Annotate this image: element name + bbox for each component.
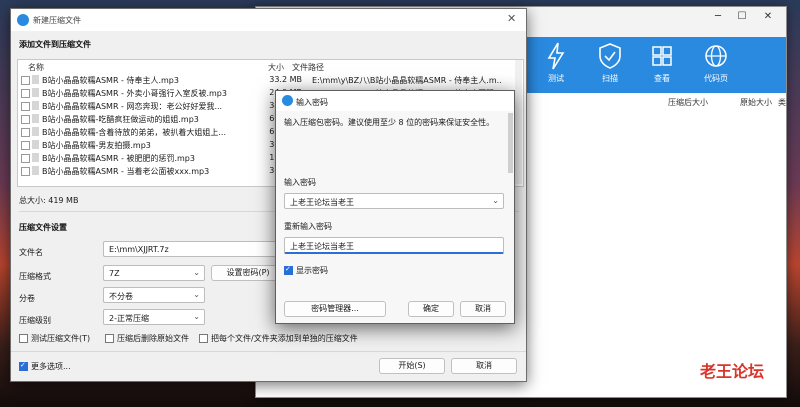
column-path[interactable]: 文件路径 [292, 62, 324, 73]
file-name: B站小晶晶软糯ASMR - 外卖小哥强行入室反被.mp3 [42, 89, 227, 98]
tool-view-button[interactable]: 查看 [634, 41, 690, 91]
globe-icon [705, 45, 727, 67]
settings-heading: 压缩文件设置 [19, 223, 67, 232]
compress-dialog-titlebar: 新建压缩文件 ✕ [11, 9, 526, 31]
file-icon [32, 75, 39, 84]
tool-codepage-button[interactable]: 代码页 [688, 41, 744, 91]
enter-password-label: 输入密码 [284, 178, 316, 187]
level-select[interactable]: 2-正常压缩 ⌄ [103, 309, 205, 325]
reenter-password-label: 重新输入密码 [284, 222, 332, 231]
file-icon [32, 166, 39, 175]
bandizip-icon [282, 95, 293, 106]
password-hint: 输入压缩包密码。建议使用至少 8 位的密码来保证安全性。 [284, 118, 495, 127]
add-files-heading: 添加文件到压缩文件 [19, 40, 91, 49]
password-dialog-titlebar: 输入密码 [276, 91, 514, 111]
filename-label: 文件名 [19, 248, 43, 257]
cancel-button[interactable]: 取消 [460, 301, 506, 317]
file-size: 33.2 MB [269, 75, 302, 84]
column-name[interactable]: 名称 [28, 62, 44, 73]
checkbox[interactable] [21, 167, 30, 176]
watermark-logo: 老王论坛 [700, 362, 765, 381]
grid-icon [652, 46, 672, 66]
chevron-down-icon: ⌄ [193, 312, 200, 321]
close-button[interactable]: ✕ [758, 9, 778, 25]
checkbox-checked[interactable] [19, 361, 28, 371]
filename-input[interactable]: E:\mm\XJJRT.7z [103, 241, 285, 257]
split-select[interactable]: 不分卷 ⌄ [103, 287, 205, 303]
checkbox-checked[interactable] [284, 265, 293, 275]
format-select[interactable]: 7Z ⌄ [103, 265, 205, 281]
start-button[interactable]: 开始(S) [379, 358, 445, 374]
total-size: 总大小: 419 MB [19, 196, 79, 205]
file-name: B站小晶晶软糯ASMR - 当着老公面被xxx.mp3 [42, 167, 210, 176]
file-row[interactable]: B站小晶晶软糯ASMR - 侍奉主人.mp3 33.2 MB E:\mm\y\BZ八… [18, 74, 508, 86]
password-dialog: 输入密码 输入压缩包密码。建议使用至少 8 位的密码来保证安全性。 输入密码 上… [275, 90, 515, 324]
reenter-password-input[interactable]: 上老王论坛当老王 [284, 237, 504, 254]
file-icon [32, 114, 39, 123]
scrollbar[interactable] [508, 113, 513, 173]
shield-icon [599, 43, 621, 69]
file-name: B站小晶晶软糯ASMR - 侍奉主人.mp3 [42, 76, 179, 85]
column-original-size[interactable]: 原始大小 [740, 97, 772, 108]
column-type[interactable]: 类 [778, 97, 786, 108]
file-icon [32, 140, 39, 149]
column-compressed-size[interactable]: 压缩后大小 [668, 97, 708, 108]
checkbox[interactable] [105, 334, 114, 343]
chevron-down-icon: ⌄ [193, 290, 200, 299]
checkbox[interactable] [21, 76, 30, 85]
file-icon [32, 153, 39, 162]
file-name: B站小晶晶软糯-男友拍摄.mp3 [42, 141, 151, 150]
file-name: B站小晶晶软糯ASMR - 网恋奔现：老公好好爱我... [42, 102, 223, 111]
checkbox[interactable] [19, 334, 28, 343]
minimize-button[interactable]: ─ [708, 9, 728, 25]
format-label: 压缩格式 [19, 272, 51, 281]
file-path: E:\mm\y\BZ八\B站小晶晶软糯ASMR - 侍奉主人.m... [312, 76, 502, 85]
file-name: B站小晶晶软糯ASMR - 被肥肥的惩罚.mp3 [42, 154, 195, 163]
checkbox[interactable] [21, 154, 30, 163]
checkbox[interactable] [21, 102, 30, 111]
chevron-down-icon: ⌄ [193, 268, 200, 277]
level-label: 压缩级别 [19, 316, 51, 325]
set-password-button[interactable]: 设置密码(P) [211, 265, 285, 281]
checkbox[interactable] [21, 89, 30, 98]
file-icon [32, 101, 39, 110]
tool-scan-button[interactable]: 扫描 [582, 41, 638, 91]
close-icon[interactable]: ✕ [507, 12, 516, 25]
password-input[interactable]: 上老王论坛当老王 ⌄ [284, 193, 504, 209]
checkbox[interactable] [21, 128, 30, 137]
chevron-down-icon[interactable]: ⌄ [492, 196, 499, 205]
column-size[interactable]: 大小 [268, 62, 284, 73]
file-name: B站小晶晶软糯-吃醋疯狂做运动的姐姐.mp3 [42, 115, 199, 124]
divider [11, 351, 526, 352]
file-name: B站小晶晶软糯-含着待放的弟弟，被扒着大姐姐上... [42, 128, 227, 137]
password-manager-button[interactable]: 密码管理器... [284, 301, 386, 317]
file-icon [32, 127, 39, 136]
checkbox[interactable] [21, 115, 30, 124]
bandizip-icon [17, 14, 29, 26]
file-list-scrollbar[interactable] [515, 60, 522, 184]
tool-test-button[interactable]: 测试 [528, 41, 584, 91]
lightning-icon [547, 42, 565, 70]
checkbox[interactable] [199, 334, 208, 343]
password-dialog-title: 输入密码 [296, 98, 328, 107]
ok-button[interactable]: 确定 [408, 301, 454, 317]
checkbox[interactable] [21, 141, 30, 150]
maximize-button[interactable]: ☐ [732, 9, 752, 25]
compress-dialog-title: 新建压缩文件 [33, 16, 81, 25]
file-icon [32, 88, 39, 97]
cancel-button[interactable]: 取消 [451, 358, 517, 374]
split-label: 分卷 [19, 294, 35, 303]
watermark-url: laowang.vip [703, 380, 776, 394]
